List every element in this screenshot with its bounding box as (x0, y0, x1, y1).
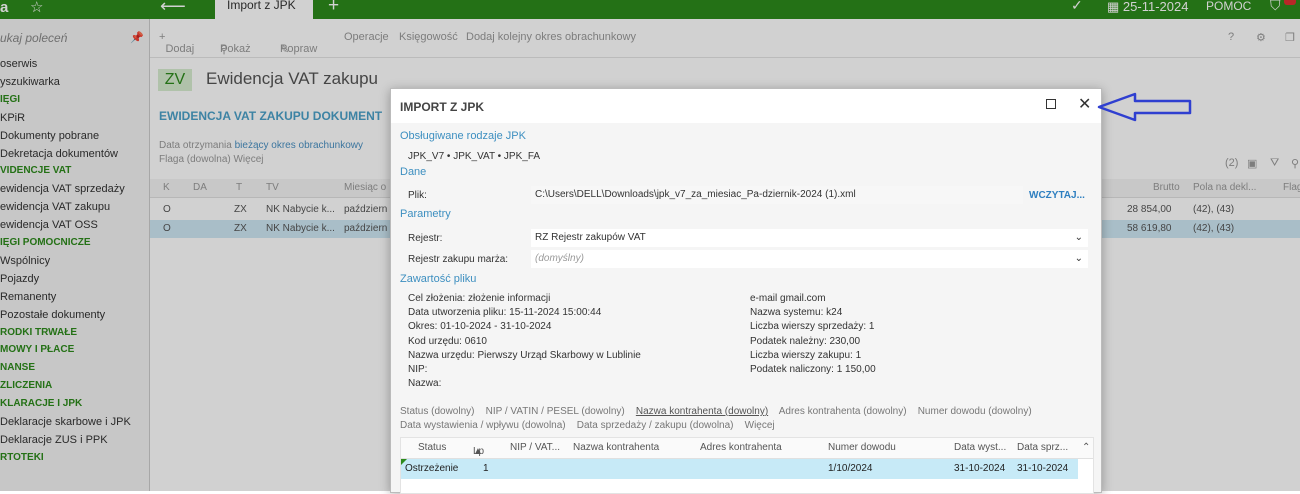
grid-filters-row2: Data wystawienia / wpływu (dowolna) Data… (400, 420, 775, 431)
file-info-item: Okres: 01-10-2024 - 31-10-2024 (408, 321, 552, 333)
filter-contractor-address[interactable]: Adres kontrahenta (dowolny) (779, 406, 907, 417)
sort-up-icon: ▲ (473, 446, 483, 457)
file-info-item: Liczba wierszy sprzedaży: 1 (750, 321, 875, 333)
file-info-item: Nazwa urzędu: Pierwszy Urząd Skarbowy w … (408, 349, 641, 361)
table-row[interactable]: Ostrzeżenie 1 1/10/2024 31-10-2024 31-10… (401, 459, 1078, 479)
filter-nip[interactable]: NIP / VATIN / PESEL (dowolny) (486, 406, 625, 417)
import-grid-header: Status Lp ▲ NIP / VAT... Nazwa kontrahen… (401, 438, 1093, 459)
section-params: Parametry (400, 208, 451, 220)
chevron-down-icon: ⌄ (1074, 253, 1083, 264)
col-document-number[interactable]: Numer dowodu (828, 442, 896, 453)
load-button[interactable]: WCZYTAJ... (1029, 190, 1085, 201)
file-info-item: e-mail gmail.com (750, 293, 826, 304)
chevron-down-icon: ⌄ (1074, 232, 1083, 243)
filter-sale-date[interactable]: Data sprzedaży / zakupu (dowolna) (577, 420, 734, 431)
grid-filters-row1: Status (dowolny) NIP / VATIN / PESEL (do… (400, 406, 1032, 417)
file-label: Plik: (408, 190, 427, 201)
file-info-item: Podatek naliczony: 1 150,00 (750, 364, 876, 375)
margin-register-select[interactable]: (domyślny) ⌄ (531, 250, 1088, 268)
margin-register-value: (domyślny) (535, 253, 584, 264)
filter-status[interactable]: Status (dowolny) (400, 406, 474, 417)
register-select[interactable]: RZ Rejestr zakupów VAT ⌄ (531, 229, 1088, 247)
section-data: Dane (400, 166, 427, 178)
filter-more[interactable]: Więcej (745, 420, 775, 431)
file-info-item: Podatek należny: 230,00 (750, 335, 861, 347)
col-sale-date[interactable]: Data sprz... (1017, 442, 1068, 453)
register-label: Rejestr: (408, 233, 443, 244)
file-info-item: Nazwa systemu: k24 (750, 307, 843, 319)
dialog-body: Obsługiwane rodzaje JPK JPK_V7 • JPK_VAT… (391, 123, 1101, 494)
section-supported-types: Obsługiwane rodzaje JPK (400, 130, 526, 142)
file-info-item: NIP: (408, 364, 428, 375)
file-info-item: Liczba wierszy zakupu: 1 (750, 349, 862, 361)
cell-issue-date: 31-10-2024 (954, 463, 1006, 474)
col-contractor-address[interactable]: Adres kontrahenta (700, 442, 782, 453)
file-info-item: Cel złożenia: złożenie informacji (408, 293, 551, 304)
filter-document-number[interactable]: Numer dowodu (dowolny) (918, 406, 1032, 417)
cell-status: Ostrzeżenie (405, 463, 459, 474)
dialog-title: IMPORT Z JPK (400, 100, 485, 114)
margin-register-label: Rejestr zakupu marża: (408, 254, 509, 265)
section-file-content: Zawartość pliku (400, 273, 477, 285)
col-issue-date[interactable]: Data wyst... (954, 442, 1006, 453)
import-grid: Status Lp ▲ NIP / VAT... Nazwa kontrahen… (400, 437, 1094, 494)
col-status[interactable]: Status (418, 442, 446, 453)
file-path-value: C:\Users\DELL\Downloads\jpk_v7_za_miesia… (535, 189, 856, 200)
maximize-icon[interactable] (1046, 99, 1056, 109)
cell-sale-date: 31-10-2024 (1017, 463, 1069, 474)
file-info-item: Nazwa: (408, 378, 442, 390)
file-info-item: Data utworzenia pliku: 15-11-2024 15:00:… (408, 307, 602, 319)
cell-document-number: 1/10/2024 (828, 463, 873, 474)
import-jpk-dialog: IMPORT Z JPK ✕ Obsługiwane rodzaje JPK J… (390, 88, 1102, 494)
annotation-arrow-icon (1097, 92, 1192, 122)
filter-contractor-name[interactable]: Nazwa kontrahenta (dowolny) (636, 406, 768, 417)
col-nip[interactable]: NIP / VAT... (510, 442, 560, 453)
scroll-up-icon[interactable]: ⌃ (1082, 442, 1090, 453)
register-value: RZ Rejestr zakupów VAT (535, 232, 646, 243)
col-contractor-name[interactable]: Nazwa kontrahenta (573, 442, 659, 453)
file-info-item: Kod urzędu: 0610 (408, 335, 487, 347)
filter-issue-date[interactable]: Data wystawienia / wpływu (dowolna) (400, 420, 566, 431)
cell-lp: 1 (483, 463, 489, 474)
close-icon[interactable]: ✕ (1078, 94, 1091, 114)
supported-types-text: JPK_V7 • JPK_VAT • JPK_FA (408, 151, 541, 162)
file-path-field[interactable]: C:\Users\DELL\Downloads\jpk_v7_za_miesia… (531, 186, 1023, 204)
